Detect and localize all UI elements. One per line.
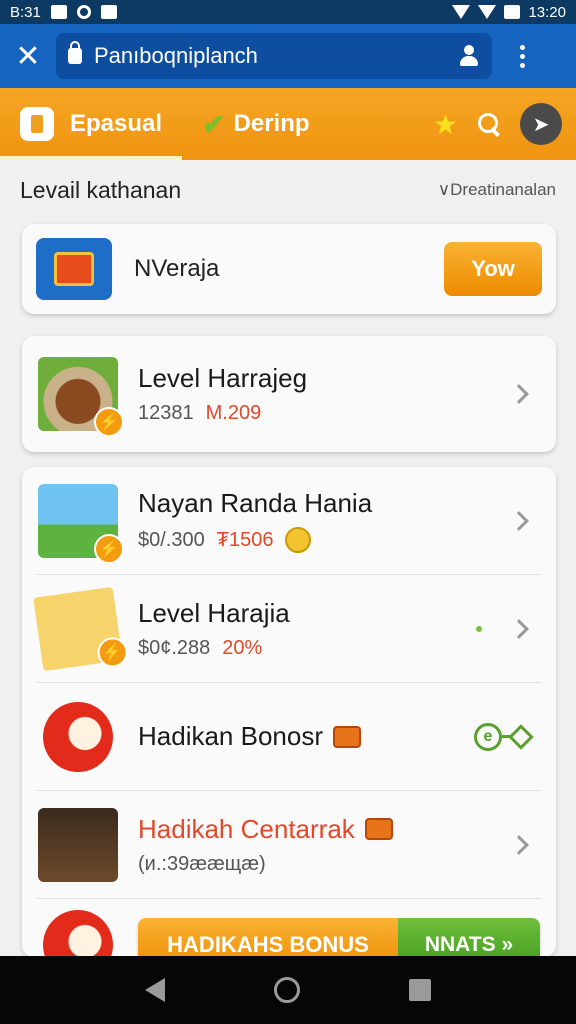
wifi-icon: [452, 5, 471, 19]
food-thumbnail: ⚡: [38, 357, 124, 437]
item-value-accent: 20%: [222, 636, 263, 659]
level-card[interactable]: ⚡ Level Harrajeg 12381 M.209: [22, 336, 556, 452]
sync-icon: [76, 5, 91, 19]
item-title: Hadikan Bonosr: [138, 721, 323, 751]
close-button[interactable]: ✕: [0, 24, 56, 88]
item-title: Level Harajia: [138, 597, 290, 628]
item-value-accent: ₮1506: [216, 528, 274, 551]
toggle-icon[interactable]: e: [474, 722, 534, 751]
bolt-badge-icon: ⚡: [94, 407, 124, 437]
check-icon: ✔: [202, 108, 226, 140]
document-icon: [20, 107, 54, 141]
list-card: ⚡ Nayan Randa Hania $0/.300 ₮1506 ⚡ Leve…: [22, 467, 556, 957]
list-item[interactable]: ⚡ Nayan Randa Hania $0/.300 ₮1506: [36, 467, 542, 575]
item-value: (и.:39ææщæ): [138, 852, 266, 875]
overflow-menu-button[interactable]: [492, 24, 552, 88]
bolt-badge-icon: ⚡: [94, 533, 124, 564]
back-icon[interactable]: [144, 978, 165, 1002]
person-thumbnail: ⚡: [38, 483, 124, 564]
list-item[interactable]: ⚡ Level Harrajeg 12381 M.209: [22, 336, 556, 452]
list-item[interactable]: Hadikan Bonosr e: [36, 683, 542, 791]
section-filter-link[interactable]: ∨Dreatinanalan: [438, 180, 556, 200]
account-icon[interactable]: [458, 45, 480, 67]
chevron-right-icon: [509, 618, 529, 639]
list-item[interactable]: ⚡ Level Harajia $0¢.288 20%: [33, 575, 542, 683]
status-time: 13:20: [528, 3, 566, 21]
star-icon[interactable]: ★: [433, 108, 458, 141]
item-title: Hadikah Centarrak: [138, 813, 355, 844]
tab-epasual[interactable]: Epasual: [0, 88, 183, 160]
chevron-right-icon: [509, 384, 529, 404]
browser-toolbar: ✕ Panıboqniplanch: [0, 24, 576, 88]
wrap-thumbnail: ⚡: [33, 586, 130, 671]
fruit-thumbnail: [38, 908, 118, 957]
promo-button[interactable]: Yow: [444, 242, 542, 296]
notification-icon: [50, 5, 67, 19]
item-value: $0¢.288: [138, 636, 211, 659]
item-title: Level Harrajeg: [138, 363, 308, 393]
signal-icon: [478, 5, 497, 19]
status-dot: [476, 625, 482, 632]
search-icon[interactable]: [476, 111, 502, 137]
box-thumbnail: [38, 807, 118, 882]
chevron-right-icon: [509, 834, 529, 855]
chevron-right-icon: [509, 510, 529, 531]
battery-icon: [504, 5, 521, 19]
fruit-thumbnail: [38, 700, 118, 774]
item-value-accent: M.209: [205, 402, 262, 424]
tab-derinp[interactable]: ✔ Derinp: [182, 88, 329, 160]
bonus-row: HADIKAHS BONUS NNATS »: [36, 899, 542, 957]
bonus-button[interactable]: HADIKAHS BONUS NNATS »: [138, 918, 540, 957]
lock-icon: [68, 41, 82, 64]
address-bar[interactable]: Panıboqniplanch: [56, 33, 492, 79]
status-bar: B:31 13:20: [0, 0, 576, 24]
item-value: 12381: [138, 402, 194, 424]
bolt-badge-icon: ⚡: [95, 634, 130, 669]
coin-icon: [285, 527, 312, 553]
section-title: Levail kathanan: [20, 176, 182, 203]
tab-label: Derinp: [233, 110, 310, 137]
compass-icon[interactable]: ➤: [520, 103, 562, 145]
promo-name: NVerajа: [134, 255, 220, 282]
section-header: Levail kathanan ∨Dreatinanalan: [0, 160, 576, 220]
promo-card: NVerajа Yow: [22, 224, 556, 314]
promo-logo: [36, 238, 112, 300]
recents-icon[interactable]: [409, 979, 432, 1001]
list-item[interactable]: Hadikah Centarrak (и.:39ææщæ): [36, 791, 542, 899]
system-nav-bar: [0, 956, 576, 1024]
tab-label: Epasual: [70, 110, 163, 137]
url-text: Panıboqniplanch: [94, 43, 258, 68]
tab-bar: Epasual ✔ Derinp ★ ➤: [0, 88, 576, 160]
gift-icon: [333, 725, 361, 748]
item-value: $0/.300: [138, 528, 205, 551]
status-text: B:31: [10, 3, 41, 21]
message-icon: [100, 5, 117, 19]
bonus-label[interactable]: HADIKAHS BONUS: [138, 918, 398, 957]
item-title: Nayan Randa Hania: [138, 488, 373, 518]
home-icon[interactable]: [273, 977, 300, 1003]
gift-icon: [364, 818, 393, 840]
bonus-action-button[interactable]: NNATS »: [398, 918, 540, 957]
